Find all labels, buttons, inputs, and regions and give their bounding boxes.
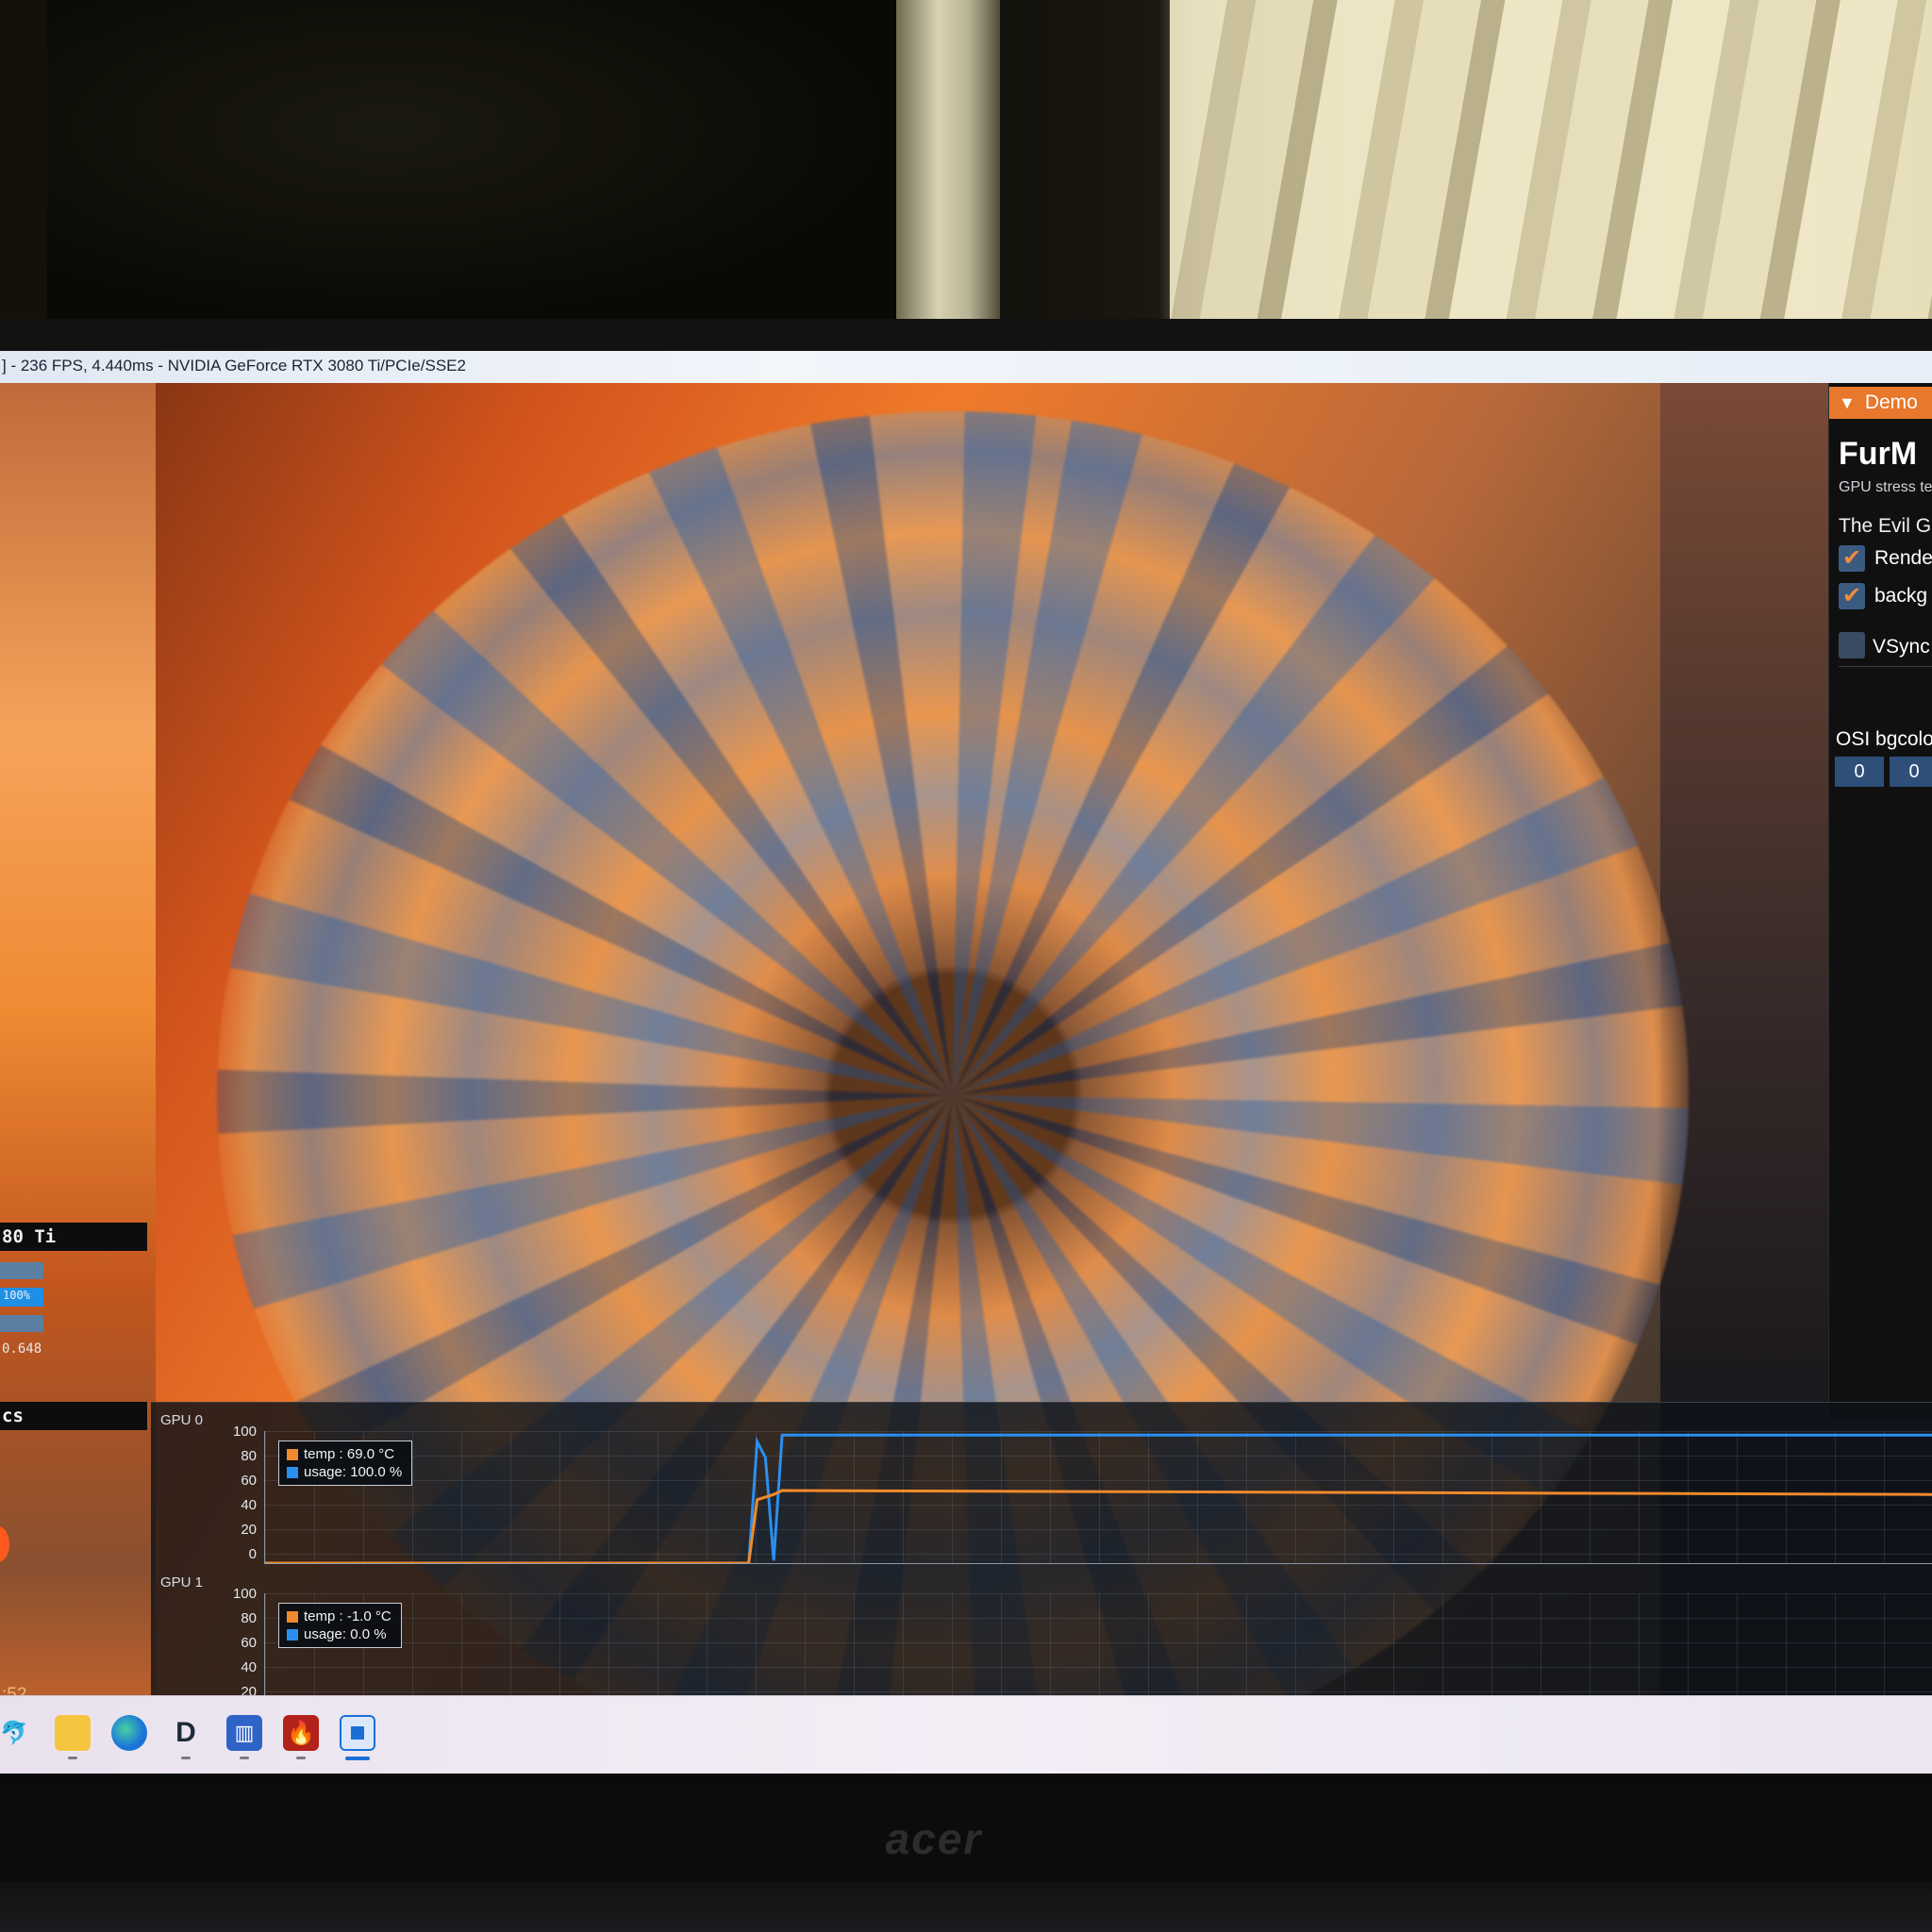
gpu0-series-svg [265,1433,1932,1563]
y-tick: 100 [232,1424,257,1440]
legend-usage-text: usage: 0.0 % [304,1626,387,1642]
legend-entry-usage: usage: 100.0 % [287,1463,402,1481]
usage-swatch [287,1628,298,1641]
app-title: FurM [1839,436,1918,472]
room-background [0,0,1932,330]
gpu0-label: GPU 0 [160,1412,204,1428]
checkmark-icon: ✔ [1841,545,1862,571]
monitor-brand-logo: acer [885,1814,983,1863]
window-title: ] - 236 FPS, 4.440ms - NVIDIA GeForce RT… [2,357,466,375]
stat-bar [0,1262,43,1279]
gpu0-plot-area: temp : 69.0 °C usage: 100.0 % [264,1431,1932,1564]
temp-swatch [287,1610,298,1623]
app-subtitle: GPU stress te [1839,479,1932,495]
flame-icon [0,1526,9,1562]
curtain [1170,0,1932,325]
gpu1-label: GPU 1 [160,1574,204,1591]
usage-swatch [287,1466,298,1478]
dark-window [47,0,896,321]
edge-icon[interactable] [111,1715,147,1751]
y-tick: 60 [241,1635,257,1651]
desk [0,1882,1932,1932]
screen: ] - 236 FPS, 4.440ms - NVIDIA GeForce RT… [0,351,1932,1774]
window-glyph [351,1726,364,1740]
window-titlebar[interactable]: ] - 236 FPS, 4.440ms - NVIDIA GeForce RT… [0,351,1932,384]
temp-swatch [287,1448,298,1460]
series-line-temp [265,1489,1932,1563]
render-checkbox-label: Rende [1874,547,1932,569]
gpu0-legend: temp : 69.0 °C usage: 100.0 % [278,1441,413,1486]
legend-entry-temp: temp : -1.0 °C [287,1607,391,1625]
running-indicator [240,1757,249,1759]
legend-temp-text: temp : 69.0 °C [304,1446,395,1462]
windows-taskbar: 🐬 D ▥ 🔥 [0,1695,1932,1774]
osi-bgcolor-r-input[interactable]: 0 [1835,757,1884,787]
y-tick: 100 [232,1586,257,1602]
y-tick: 80 [241,1448,257,1464]
section-header: cs [0,1402,147,1430]
usage-percent: 100% [3,1289,30,1302]
active-window-icon[interactable] [340,1715,375,1751]
legend-entry-temp: temp : 69.0 °C [287,1445,402,1463]
y-tick: 0 [248,1546,257,1562]
checkmark-icon: ✔ [1841,583,1862,608]
furmark-render-viewport[interactable]: 80 Ti 100% 0.648 cs :52 ▼ Demo FurM GPU s… [0,383,1932,1774]
render-checkbox[interactable]: ✔ [1839,545,1865,572]
furmark-flame-icon[interactable]: 🔥 [283,1715,319,1751]
window-frame [896,0,1000,325]
app-d-icon[interactable]: D [168,1715,204,1751]
demo-panel-header[interactable]: ▼ Demo [1829,387,1932,419]
y-tick: 40 [241,1659,257,1675]
app-tagline: The Evil GI [1839,515,1932,537]
background-checkbox[interactable]: ✔ [1839,583,1865,609]
left-monitoring-overlay: 80 Ti 100% 0.648 cs :52 [0,383,149,1727]
running-indicator [181,1757,191,1759]
y-tick: 40 [241,1497,257,1513]
osi-bgcolor-label: OSI bgcolo [1836,728,1932,750]
series-line-usage [265,1433,1932,1563]
y-tick: 80 [241,1610,257,1626]
running-indicator [296,1757,306,1759]
stat-bar [0,1315,43,1332]
vsync-checkbox[interactable] [1839,632,1865,658]
osi-bgcolor-g-input[interactable]: 0 [1890,757,1932,787]
file-explorer-icon[interactable] [55,1715,91,1751]
running-indicator [68,1757,77,1759]
legend-temp-text: temp : -1.0 °C [304,1608,391,1624]
demo-settings-panel: ▼ Demo FurM GPU stress te The Evil GI ✔ R… [1828,383,1932,1421]
panel-divider [1839,666,1932,667]
bar-chart-app-icon[interactable]: ▥ [226,1715,262,1751]
background-checkbox-label: backg [1874,585,1928,607]
collapse-triangle-icon[interactable]: ▼ [1839,387,1856,419]
legend-usage-text: usage: 100.0 % [304,1464,403,1480]
gpu-name-header: 80 Ti [0,1223,147,1251]
gpu1-legend: temp : -1.0 °C usage: 0.0 % [278,1603,402,1648]
demo-header-label: Demo [1864,391,1918,413]
dolphin-icon[interactable]: 🐬 [0,1715,32,1751]
y-tick: 20 [241,1522,257,1538]
gpu-monitoring-graphs: GPU 0 100 80 60 40 20 0 temp : 69.0 °C u… [151,1402,1932,1728]
stat-value: 0.648 [2,1341,42,1357]
vsync-checkbox-label: VSync [1873,636,1930,658]
active-indicator [345,1757,370,1760]
y-tick: 60 [241,1473,257,1489]
legend-entry-usage: usage: 0.0 % [287,1625,391,1643]
